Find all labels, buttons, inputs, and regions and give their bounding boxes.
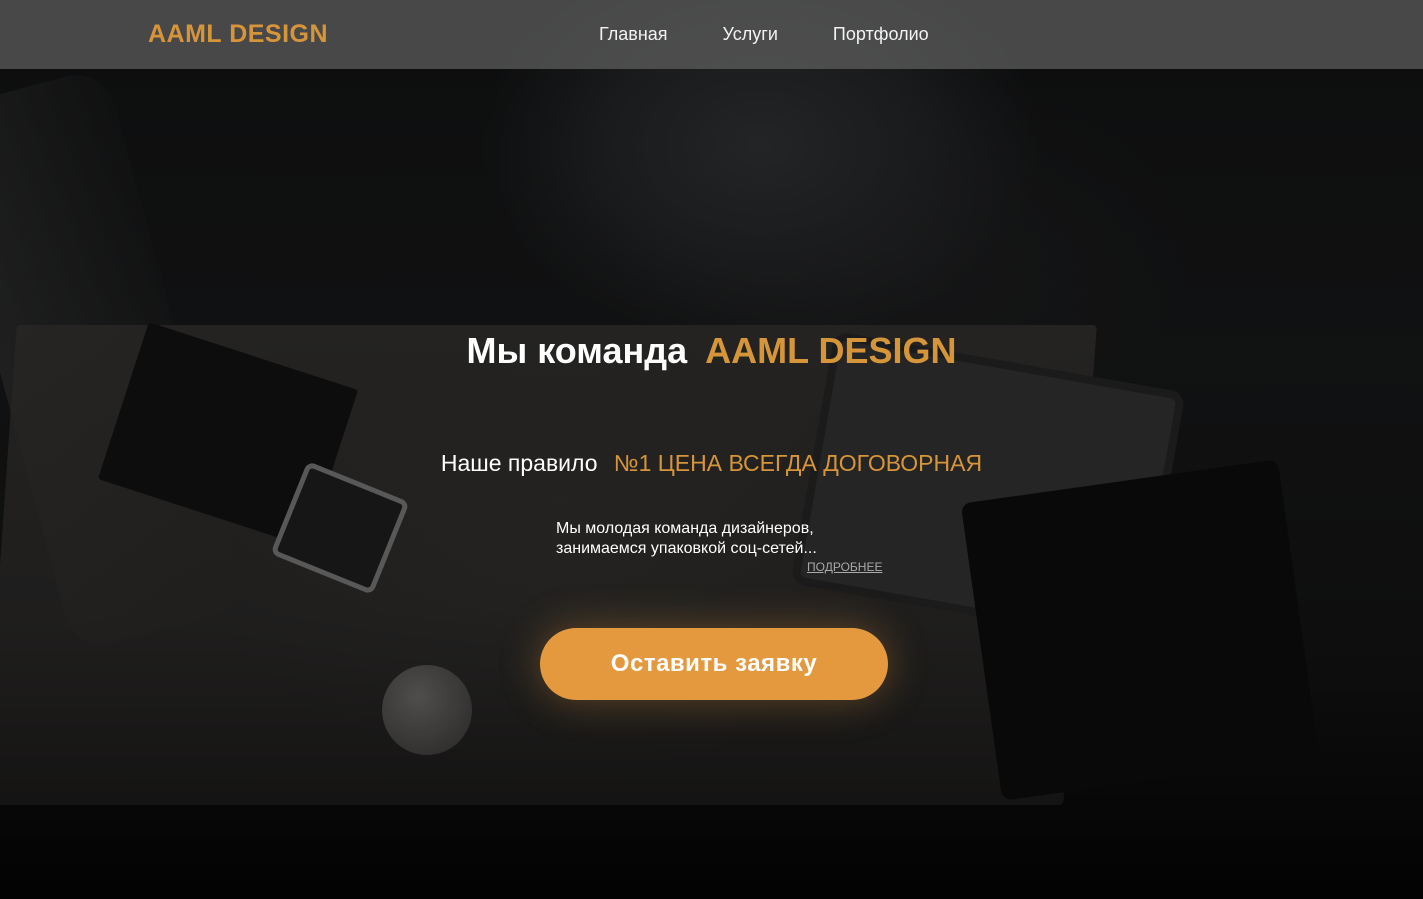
site-logo[interactable]: AAML DESIGN: [148, 20, 328, 49]
description-line-1: Мы молодая команда дизайнеров,: [556, 520, 814, 537]
main-nav: Главная Услуги Портфолио: [599, 24, 984, 45]
headline-prefix: Мы команда: [466, 330, 688, 371]
site-header: AAML DESIGN Главная Услуги Портфолио: [0, 0, 1423, 69]
submit-request-button[interactable]: Оставить заявку: [540, 628, 888, 700]
headline-brand: AAML DESIGN: [705, 330, 957, 371]
description-line-2: занимаемся упаковкой соц-сетей...: [556, 540, 817, 557]
hero-description: Мы молодая команда дизайнеров, занимаемс…: [556, 519, 916, 559]
more-link[interactable]: ПОДРОБНЕЕ: [807, 560, 882, 574]
hero-headline: Мы команда AAML DESIGN: [0, 330, 1423, 372]
rule-prefix: Наше правило: [440, 450, 598, 476]
hero-section: AAML DESIGN Главная Услуги Портфолио Мы …: [0, 0, 1423, 899]
nav-item-portfolio[interactable]: Портфолио: [833, 24, 929, 45]
hero-rule: Наше правило №1 ЦЕНА ВСЕГДА ДОГОВОРНАЯ: [0, 450, 1423, 477]
nav-item-home[interactable]: Главная: [599, 24, 668, 45]
nav-item-services[interactable]: Услуги: [723, 24, 778, 45]
rule-accent: №1 ЦЕНА ВСЕГДА ДОГОВОРНАЯ: [613, 450, 983, 476]
